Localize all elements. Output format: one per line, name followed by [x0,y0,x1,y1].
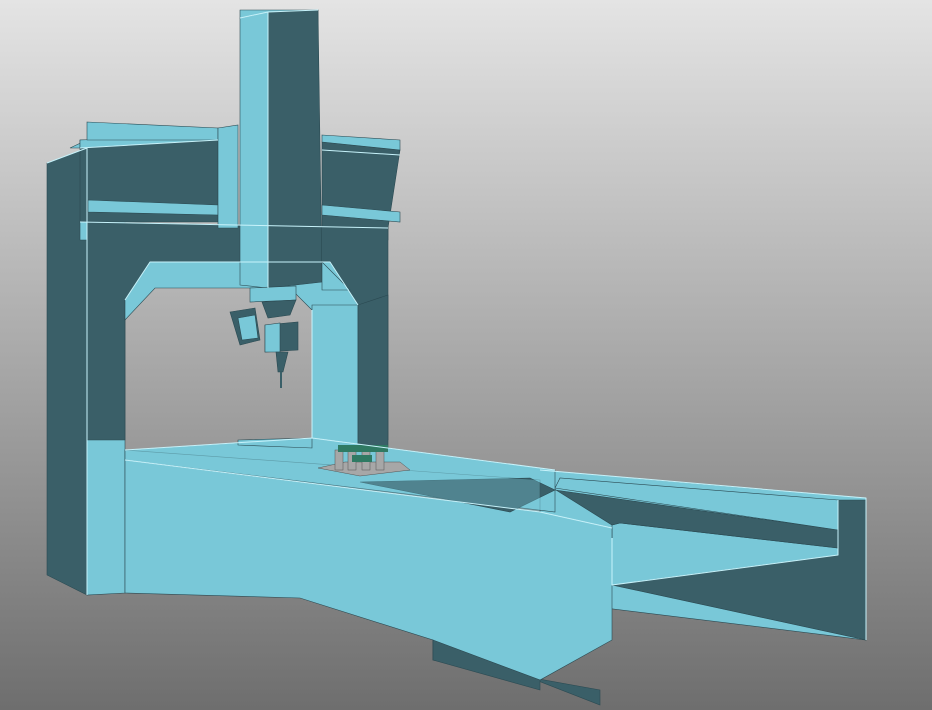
right-gantry-column [311,294,389,449]
cnc-gantry-machine-render [0,0,932,710]
